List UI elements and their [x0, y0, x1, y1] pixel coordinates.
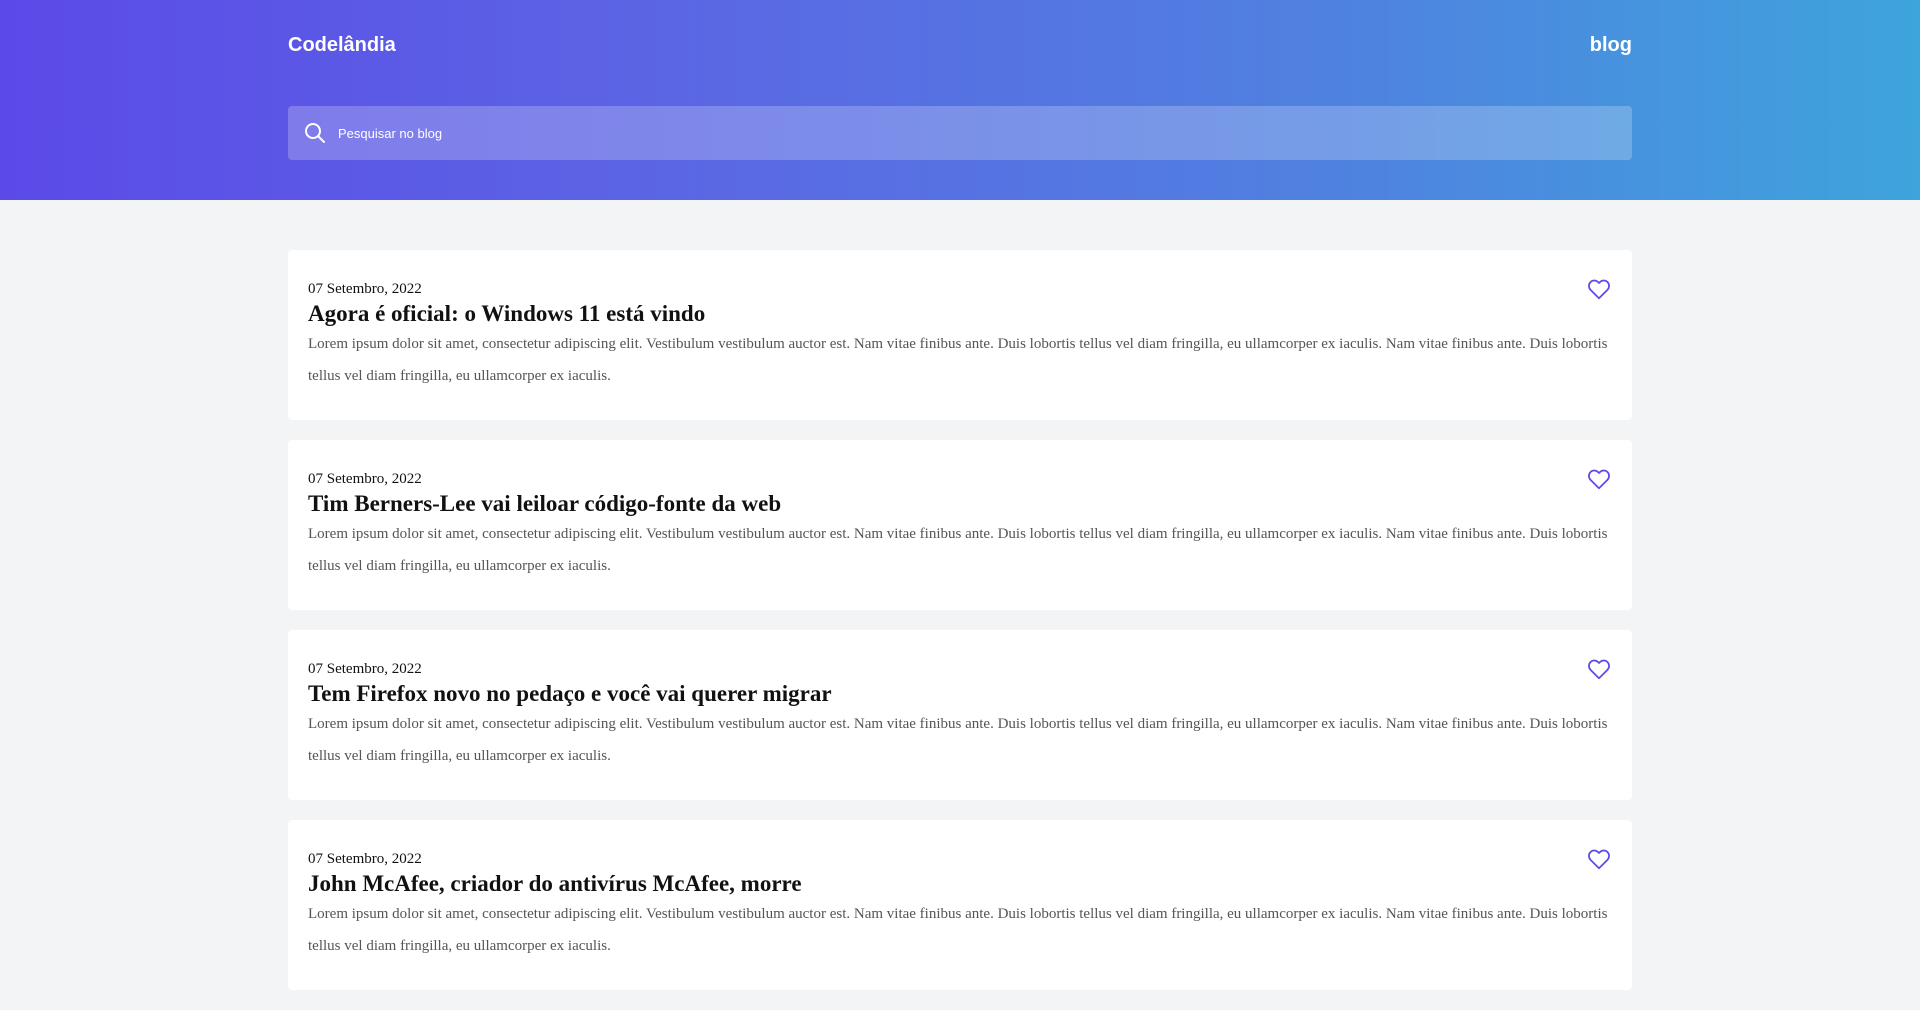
post-date: 07 Setembro, 2022	[308, 661, 422, 677]
post-excerpt: Lorem ipsum dolor sit amet, consectetur …	[308, 716, 1608, 764]
search-icon[interactable]	[302, 120, 328, 146]
post-title[interactable]: Tim Berners-Lee vai leiloar código-fonte…	[308, 490, 1612, 518]
post-title[interactable]: John McAfee, criador do antivírus McAfee…	[308, 870, 1612, 898]
posts-list: 07 Setembro, 2022 Agora é oficial: o Win…	[288, 200, 1632, 990]
post-title[interactable]: Tem Firefox novo no pedaço e você vai qu…	[308, 680, 1612, 708]
header-container: Codelândia blog	[288, 0, 1632, 160]
post-card[interactable]: 07 Setembro, 2022 Agora é oficial: o Win…	[288, 250, 1632, 420]
nav-link-blog[interactable]: blog	[1590, 34, 1632, 57]
post-card[interactable]: 07 Setembro, 2022 Tim Berners-Lee vai le…	[288, 440, 1632, 610]
post-date: 07 Setembro, 2022	[308, 471, 422, 487]
post-card[interactable]: 07 Setembro, 2022 Tem Firefox novo no pe…	[288, 630, 1632, 800]
post-date: 07 Setembro, 2022	[308, 851, 422, 867]
search-input[interactable]	[336, 124, 1596, 142]
post-excerpt: Lorem ipsum dolor sit amet, consectetur …	[308, 906, 1608, 954]
heart-outline-icon[interactable]	[1586, 466, 1612, 492]
heart-outline-icon[interactable]	[1586, 276, 1612, 302]
post-excerpt: Lorem ipsum dolor sit amet, consectetur …	[308, 526, 1608, 574]
post-date: 07 Setembro, 2022	[308, 281, 422, 297]
top-bar: Codelândia blog	[288, 0, 1632, 90]
site-header: Codelândia blog	[0, 0, 1920, 200]
post-excerpt: Lorem ipsum dolor sit amet, consectetur …	[308, 336, 1608, 384]
search-bar[interactable]	[288, 106, 1632, 160]
heart-outline-icon[interactable]	[1586, 656, 1612, 682]
heart-outline-icon[interactable]	[1586, 846, 1612, 872]
post-card[interactable]: 07 Setembro, 2022 John McAfee, criador d…	[288, 820, 1632, 990]
post-title[interactable]: Agora é oficial: o Windows 11 está vindo	[308, 300, 1612, 328]
site-logo[interactable]: Codelândia	[288, 34, 396, 57]
